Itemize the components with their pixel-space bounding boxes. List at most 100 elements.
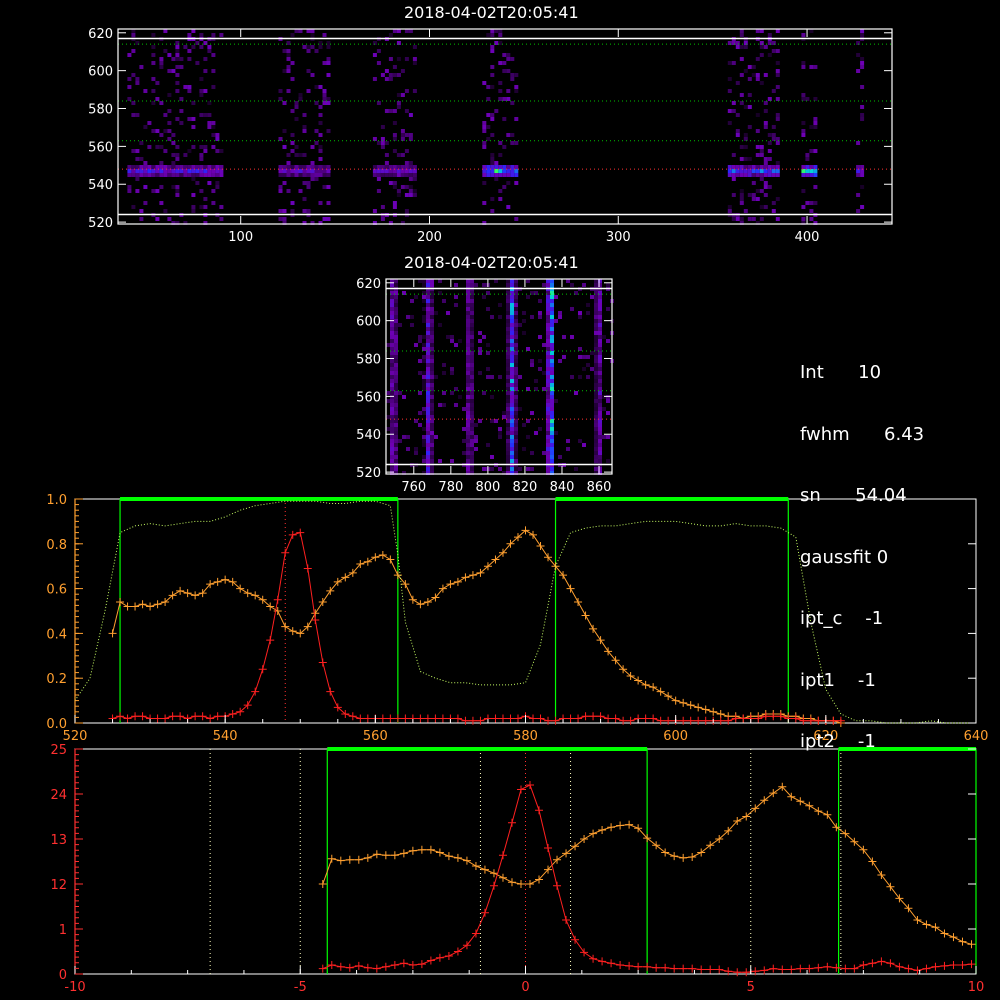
heatmap-pixel (490, 117, 495, 121)
heatmap-pixel (396, 93, 401, 97)
plus-marker (123, 602, 132, 611)
heatmap-pixel (203, 89, 208, 93)
heatmap-pixel (755, 169, 760, 173)
plus-marker (634, 676, 643, 685)
heatmap-pixel (376, 101, 381, 105)
heatmap-pixel (518, 323, 522, 327)
heatmap-pixel (219, 217, 224, 221)
heatmap-pixel (506, 53, 511, 57)
heatmap-pixel (546, 371, 550, 375)
heatmap-pixel (426, 391, 430, 395)
plus-marker (453, 853, 462, 862)
heatmap-pixel (809, 125, 814, 129)
heatmap-pixel (422, 427, 426, 431)
heatmap-pixel (398, 323, 402, 327)
heatmap-pixel (510, 73, 515, 77)
detector-image-full-background (118, 29, 892, 224)
heatmap-pixel (558, 455, 562, 459)
heatmap-pixel (735, 45, 740, 49)
heatmap-pixel (171, 161, 176, 165)
heatmap-pixel (856, 209, 861, 213)
heatmap-pixel (298, 93, 303, 97)
heatmap-pixel (286, 161, 291, 165)
heatmap-pixel (470, 279, 474, 283)
heatmap-pixel (739, 173, 744, 177)
heatmap-pixel (470, 351, 474, 355)
plus-marker (607, 959, 616, 968)
heatmap-pixel (139, 165, 144, 169)
heatmap-pixel (159, 145, 164, 149)
heatmap-pixel (412, 189, 417, 193)
heatmap-pixel (767, 41, 772, 45)
heatmap-pixel (490, 173, 495, 177)
heatmap-pixel (506, 443, 510, 447)
heatmap-pixel (426, 323, 430, 327)
plus-marker (589, 954, 598, 963)
heatmap-pixel (290, 165, 295, 169)
heatmap-pixel (199, 169, 204, 173)
heatmap-pixel (143, 201, 148, 205)
heatmap-pixel (594, 311, 598, 315)
heatmap-pixel (506, 459, 510, 463)
heatmap-pixel (602, 335, 606, 339)
heatmap-pixel (322, 169, 327, 173)
heatmap-pixel (466, 419, 470, 423)
heatmap-pixel (731, 173, 736, 177)
heatmap-pixel (490, 45, 495, 49)
heatmap-pixel (727, 205, 732, 209)
heatmap-pixel (506, 133, 511, 137)
heatmap-pixel (155, 129, 160, 133)
plus-marker (649, 714, 658, 723)
heatmap-pixel (175, 185, 180, 189)
heatmap-pixel (390, 443, 394, 447)
y-tick-label: 0.4 (46, 627, 67, 642)
heatmap-pixel (470, 315, 474, 319)
heatmap-pixel (183, 153, 188, 157)
heatmap-pixel (598, 455, 602, 459)
heatmap-pixel (490, 85, 495, 89)
heatmap-pixel (546, 379, 550, 383)
heatmap-pixel (755, 57, 760, 61)
heatmap-pixel (538, 367, 542, 371)
heatmap-pixel (159, 173, 164, 177)
plus-marker (516, 880, 525, 888)
plus-marker (183, 589, 192, 598)
heatmap-pixel (434, 435, 438, 439)
plus-marker (393, 714, 402, 723)
heatmap-pixel (731, 217, 736, 221)
heatmap-pixel (442, 299, 446, 303)
heatmap-pixel (390, 315, 394, 319)
heatmap-pixel (546, 363, 550, 367)
plus-marker (544, 844, 553, 852)
plus-marker (886, 882, 895, 891)
heatmap-pixel (763, 185, 768, 189)
heatmap-pixel (486, 165, 491, 169)
x-tick-label: 5 (747, 980, 755, 995)
heatmap-pixel (747, 173, 752, 177)
heatmap-pixel (486, 173, 491, 177)
plus-marker (153, 714, 162, 723)
heatmap-pixel (594, 427, 598, 431)
heatmap-pixel (470, 423, 474, 427)
y-tick-label: 620 (356, 277, 381, 292)
plus-marker (281, 622, 290, 631)
heatmap-pixel (143, 173, 148, 177)
heatmap-pixel (510, 347, 514, 351)
heatmap-pixel (426, 311, 430, 315)
heatmap-pixel (534, 379, 538, 383)
heatmap-pixel (127, 185, 132, 189)
heatmap-pixel (199, 173, 204, 177)
heatmap-pixel (554, 319, 558, 323)
heatmap-pixel (171, 185, 176, 189)
heatmap-pixel (546, 375, 550, 379)
heatmap-pixel (466, 375, 470, 379)
heatmap-pixel (310, 169, 315, 173)
heatmap-pixel (462, 407, 466, 411)
heatmap-pixel (801, 189, 806, 193)
plus-marker (381, 962, 390, 971)
heatmap-pixel (546, 319, 550, 323)
heatmap-pixel (550, 415, 554, 419)
plus-marker (131, 712, 140, 721)
heatmap-pixel (322, 33, 327, 37)
heatmap-pixel (514, 331, 518, 335)
